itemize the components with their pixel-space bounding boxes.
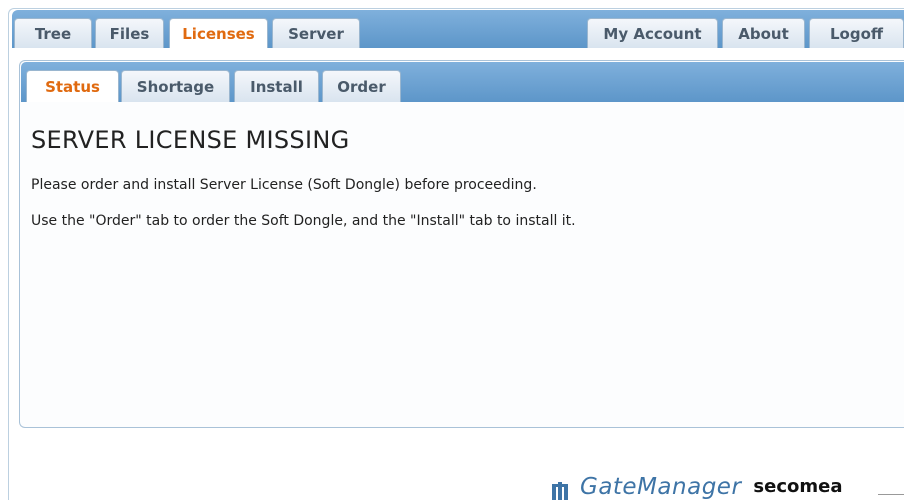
product-name: GateManager xyxy=(580,474,742,500)
message-line-1: Please order and install Server License … xyxy=(31,177,537,193)
page-title: SERVER LICENSE MISSING xyxy=(31,126,350,154)
subtab-status[interactable]: Status xyxy=(26,70,119,102)
tab-tree[interactable]: Tree xyxy=(14,18,92,48)
footer-logo: GateManager secomea xyxy=(552,474,842,500)
gatemanager-logo-icon xyxy=(552,480,572,500)
subtab-install[interactable]: Install xyxy=(234,70,319,102)
tab-about[interactable]: About xyxy=(722,18,805,48)
tab-files[interactable]: Files xyxy=(95,18,164,48)
footer-divider xyxy=(878,494,904,495)
subtab-order[interactable]: Order xyxy=(322,70,401,102)
tab-server[interactable]: Server xyxy=(272,18,360,48)
tab-my-account[interactable]: My Account xyxy=(587,18,718,48)
tab-licenses[interactable]: Licenses xyxy=(169,18,268,48)
brand-name: secomea xyxy=(753,476,843,497)
content-panel xyxy=(19,60,904,428)
message-line-2: Use the "Order" tab to order the Soft Do… xyxy=(31,213,576,229)
subtab-shortage[interactable]: Shortage xyxy=(121,70,230,102)
tab-logoff[interactable]: Logoff xyxy=(809,18,904,48)
